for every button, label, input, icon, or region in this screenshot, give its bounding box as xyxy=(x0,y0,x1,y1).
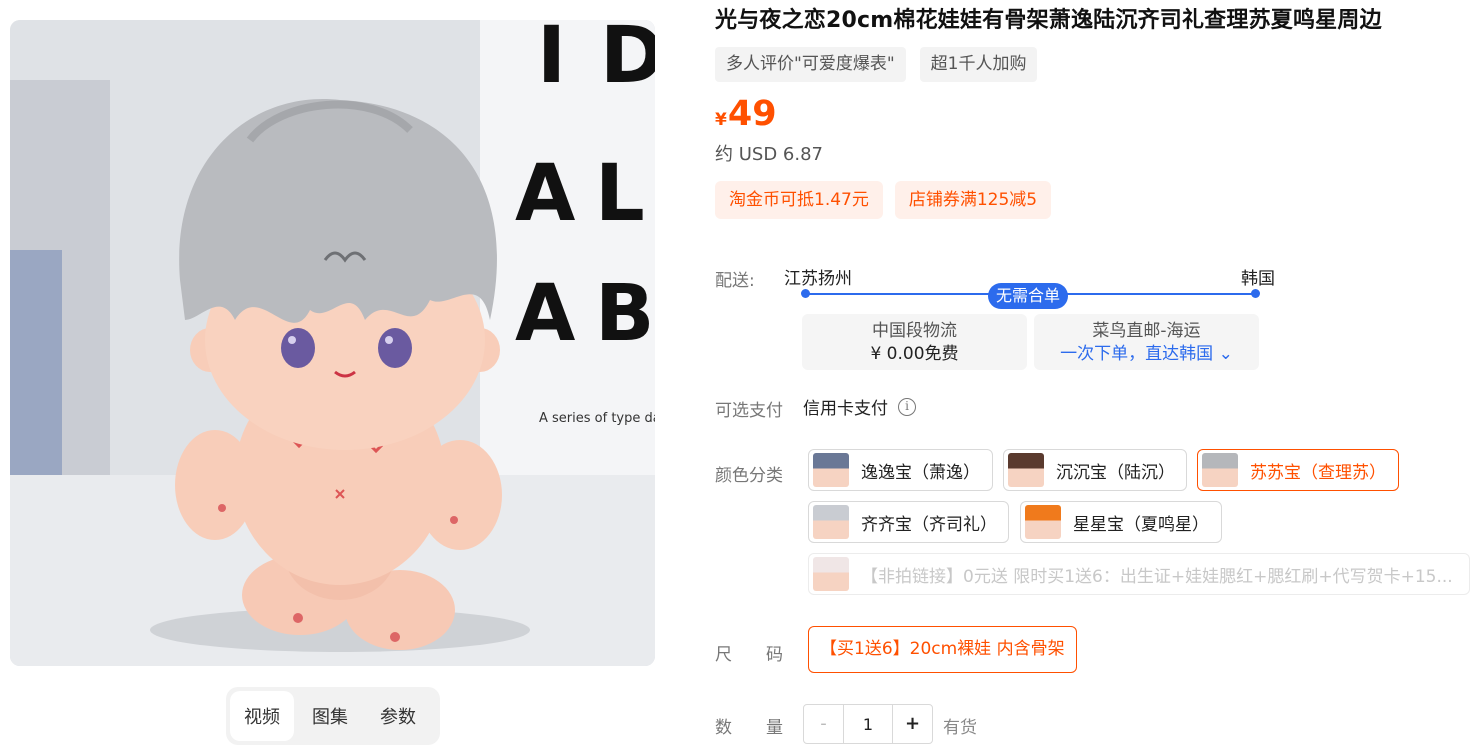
logistics-domestic: 中国段物流 ¥ 0.00免费 xyxy=(802,314,1027,370)
sku-option-qisili[interactable]: 齐齐宝（齐司礼） xyxy=(808,501,1009,543)
backdrop-letter-6: B xyxy=(595,269,654,359)
logistics-international: 菜鸟直邮-海运 一次下单，直达韩国 ⌄ xyxy=(1034,314,1259,370)
sku-label: 逸逸宝（萧逸） xyxy=(861,462,980,483)
ship-to: 韩国 xyxy=(1241,269,1275,289)
gallery-tabs: 视频 图集 参数 xyxy=(226,687,440,745)
sku-thumbnail xyxy=(1008,453,1044,487)
backdrop-caption: A series of type da xyxy=(539,411,655,426)
product-title: 光与夜之恋20cm棉花娃娃有骨架萧逸陆沉齐司礼查理苏夏鸣星周边 xyxy=(715,8,1382,33)
coupon-shop[interactable]: 店铺券满125减5 xyxy=(894,181,1052,219)
ship-from: 江苏扬州 xyxy=(784,269,852,289)
color-label: 颜色分类 xyxy=(715,466,783,486)
chevron-down-icon: ⌄ xyxy=(1213,344,1233,364)
quantity-increase-button[interactable]: + xyxy=(893,705,932,743)
sku-thumbnail xyxy=(813,557,849,591)
sku-label: 苏苏宝（查理苏） xyxy=(1250,462,1386,483)
backdrop-letter-2: D xyxy=(600,20,655,101)
tab-album[interactable]: 图集 xyxy=(298,691,362,741)
sku-thumbnail xyxy=(813,453,849,487)
shipping-label: 配送: xyxy=(715,271,755,291)
sku-option-luchen[interactable]: 沉沉宝（陆沉） xyxy=(1003,449,1187,491)
size-label: 尺 码 xyxy=(715,645,783,665)
price: ¥ 49 xyxy=(715,92,777,136)
sku-label: 星星宝（夏鸣星） xyxy=(1073,514,1209,535)
product-image[interactable]: KS I D A L A B A series of type da xyxy=(10,20,655,666)
sku-thumbnail xyxy=(813,505,849,539)
price-currency: ¥ xyxy=(715,110,727,130)
logistics-intl-detail[interactable]: 一次下单，直达韩国 ⌄ xyxy=(1034,342,1259,366)
backdrop-letter-1: I xyxy=(537,20,566,101)
no-merge-badge: 无需合单 xyxy=(988,283,1069,309)
quantity-stepper: - + xyxy=(803,704,933,744)
sku-thumbnail xyxy=(1202,453,1238,487)
product-tags: 多人评价"可爱度爆表" 超1千人加购 xyxy=(715,47,1038,82)
tab-video[interactable]: 视频 xyxy=(230,691,294,741)
quantity-decrease-button[interactable]: - xyxy=(804,705,843,743)
info-icon[interactable]: i xyxy=(898,397,916,416)
stock-status: 有货 xyxy=(943,718,977,738)
quantity-label: 数 量 xyxy=(715,718,783,738)
route-end-dot xyxy=(1251,289,1260,298)
payment-label: 可选支付 xyxy=(715,401,783,421)
price-usd: 约 USD 6.87 xyxy=(715,144,823,165)
sku-label: 沉沉宝（陆沉） xyxy=(1056,462,1175,483)
logistics-intl-name: 菜鸟直邮-海运 xyxy=(1092,321,1201,341)
sku-option-chalisu[interactable]: 苏苏宝（查理苏） xyxy=(1197,449,1399,491)
logistics-domestic-fee: ¥ 0.00免费 xyxy=(870,344,959,364)
sku-option-xiamingxing[interactable]: 星星宝（夏鸣星） xyxy=(1020,501,1222,543)
price-amount: 49 xyxy=(727,94,777,134)
sku-label: 齐齐宝（齐司礼） xyxy=(861,514,997,535)
quantity-input[interactable] xyxy=(843,705,893,743)
logistics-intl-detail-text: 一次下单，直达韩国 xyxy=(1060,344,1214,364)
sku-thumbnail xyxy=(1025,505,1061,539)
tag-review[interactable]: 多人评价"可爱度爆表" xyxy=(715,47,906,82)
size-option[interactable]: 【买1送6】20cm裸娃 内含骨架 xyxy=(808,626,1077,673)
backdrop-letter-3: A xyxy=(515,149,575,239)
coupon-taojinbi[interactable]: 淘金币可抵1.47元 xyxy=(715,181,883,219)
backdrop-letter-4: L xyxy=(595,149,645,239)
coupons: 淘金币可抵1.47元 店铺券满125减5 xyxy=(715,181,1052,219)
sku-option-gift-link[interactable]: 【非拍链接】0元送 限时买1送6：出生证+娃娃腮红+腮红刷+代写贺卡+15... xyxy=(808,553,1470,595)
tag-cart-count[interactable]: 超1千人加购 xyxy=(919,47,1038,82)
sku-label: 【非拍链接】0元送 限时买1送6：出生证+娃娃腮红+腮红刷+代写贺卡+15... xyxy=(861,566,1453,587)
sku-option-xiaoyi[interactable]: 逸逸宝（萧逸） xyxy=(808,449,993,491)
payment-value: 信用卡支付 i xyxy=(803,394,916,419)
backdrop-letter-5: A xyxy=(515,269,575,359)
doll-photo: KS I D A L A B A series of type da xyxy=(10,20,655,666)
logistics-domestic-name: 中国段物流 xyxy=(872,321,957,341)
payment-method: 信用卡支付 xyxy=(803,399,888,419)
tab-params[interactable]: 参数 xyxy=(366,691,430,741)
route-start-dot xyxy=(801,289,810,298)
